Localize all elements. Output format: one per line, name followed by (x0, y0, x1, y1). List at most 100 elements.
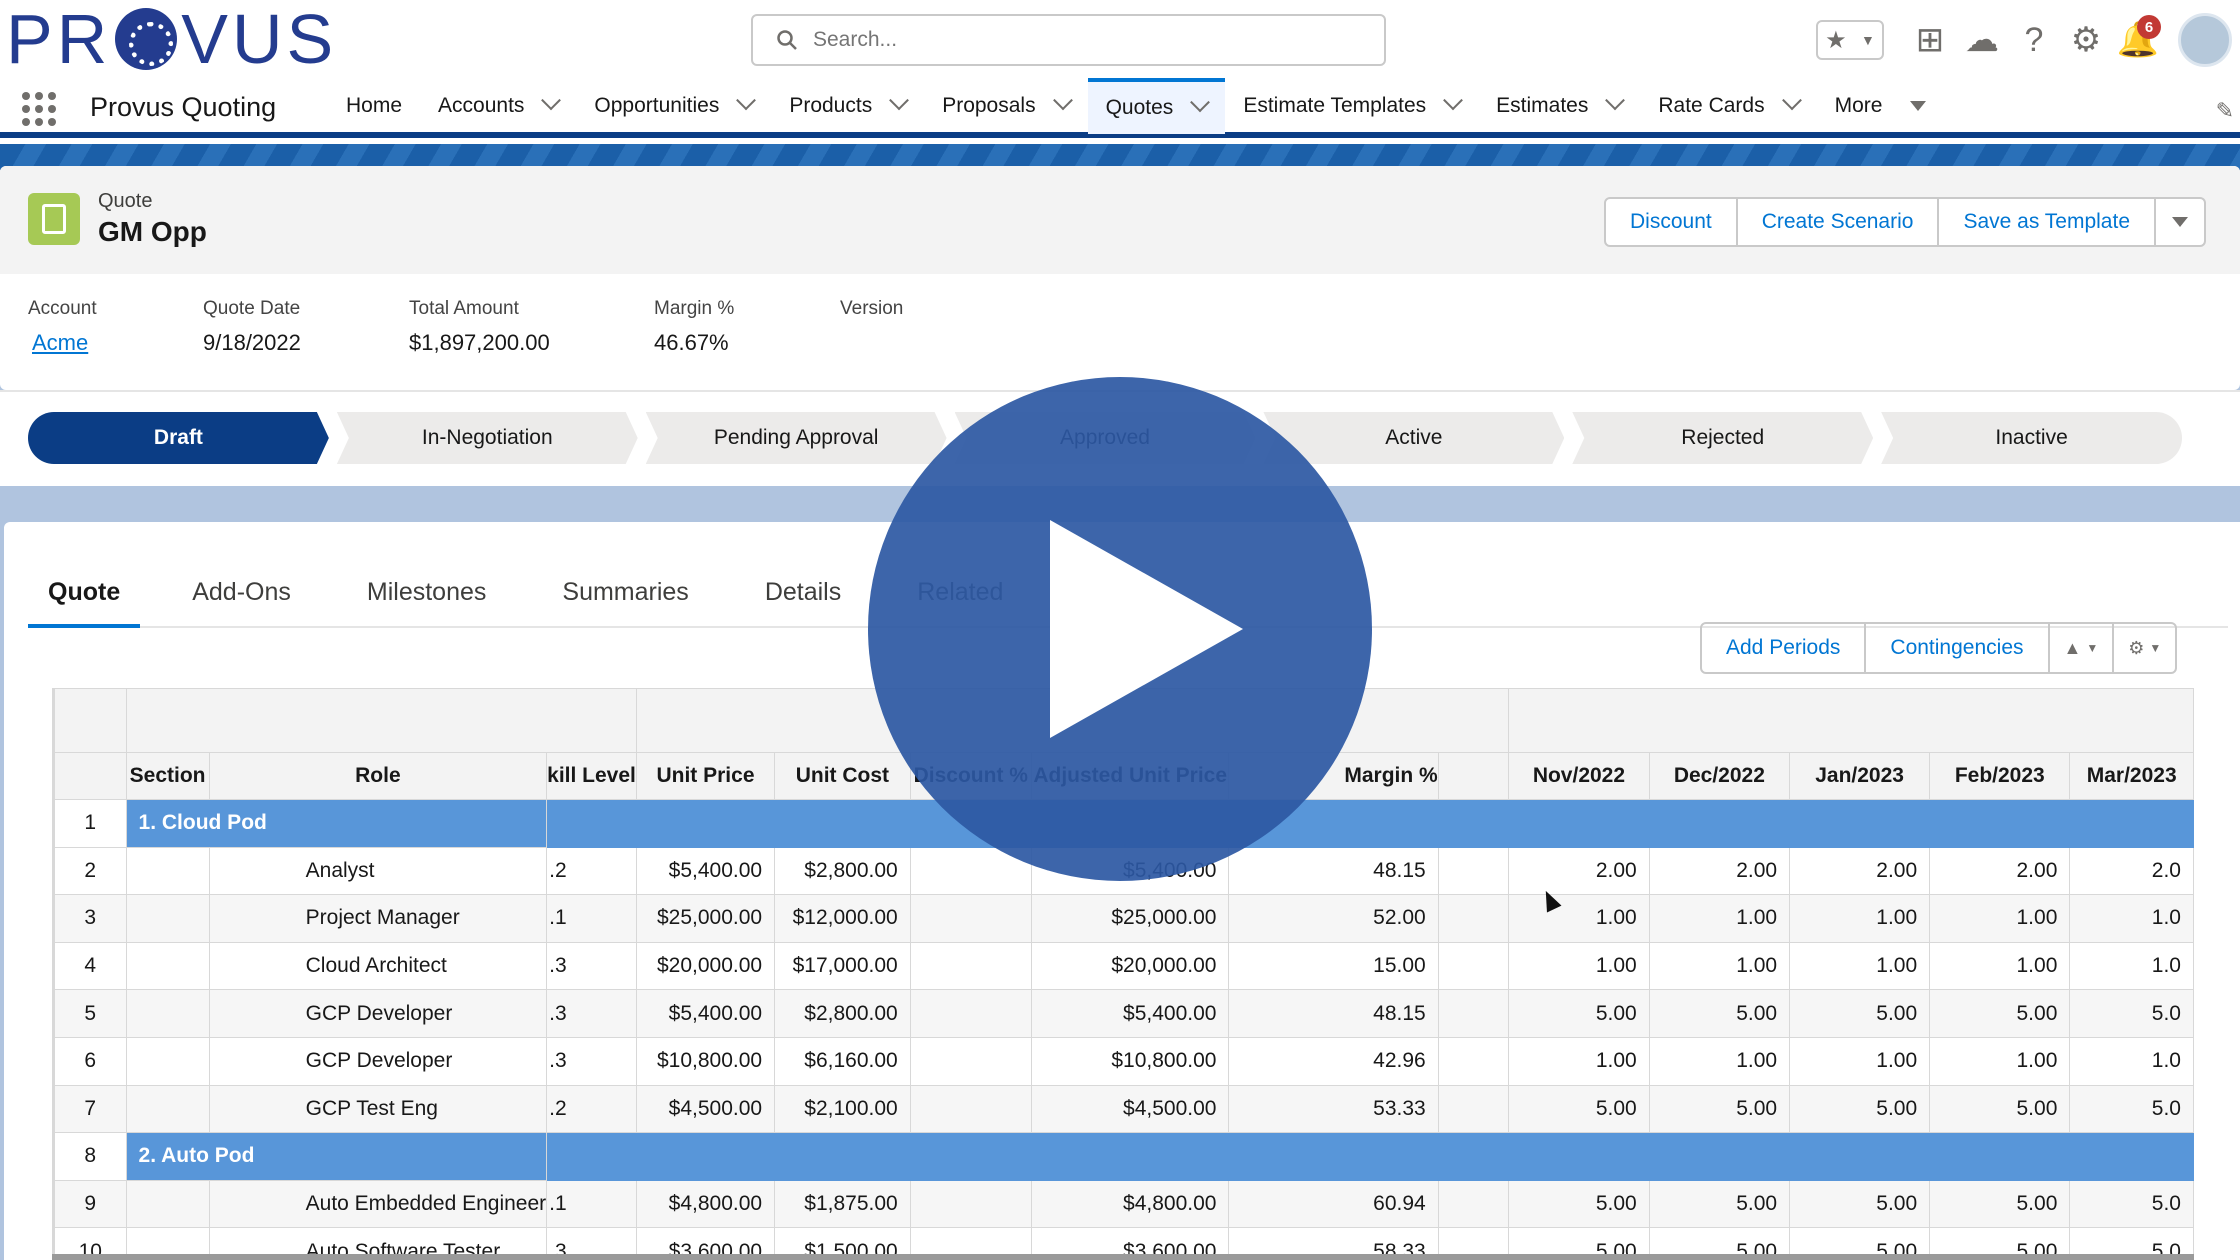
path-stage-rejected[interactable]: Rejected (1572, 412, 1873, 464)
nav-item-quotes[interactable]: Quotes (1087, 78, 1226, 134)
discount-button[interactable]: Discount (1606, 199, 1738, 245)
role-cell[interactable]: GCP Developer (208, 989, 548, 1038)
discount-cell[interactable] (909, 989, 1032, 1038)
unit-price-cell[interactable]: $5,400.00 (635, 989, 776, 1038)
column-header[interactable]: Section (125, 752, 210, 800)
notifications-bell-icon[interactable]: 🔔 6 (2117, 15, 2161, 59)
section-cell[interactable] (125, 1036, 210, 1086)
period-quantity-cell[interactable]: 1.00 (1929, 1036, 2071, 1086)
skill-level-cell[interactable]: .2 (546, 846, 637, 896)
app-launcher-icon[interactable] (22, 92, 56, 126)
nav-item-estimate-templates[interactable]: Estimate Templates (1225, 78, 1478, 134)
adjusted-unit-price-cell[interactable]: $20,000.00 (1030, 941, 1230, 991)
section-cell[interactable] (125, 894, 210, 943)
column-header[interactable]: Jan/2023 (1789, 752, 1931, 800)
period-quantity-cell[interactable]: 2.00 (1648, 846, 1791, 896)
column-header[interactable]: Unit Price (635, 752, 776, 800)
period-quantity-cell[interactable]: 5.00 (1929, 989, 2071, 1038)
adjusted-unit-price-cell[interactable]: $4,500.00 (1030, 1084, 1230, 1134)
adjusted-unit-price-cell[interactable]: $10,800.00 (1030, 1036, 1230, 1086)
column-header[interactable]: Mar/2023 (2069, 752, 2194, 800)
period-quantity-cell[interactable]: 1.00 (1789, 941, 1931, 991)
create-scenario-button[interactable]: Create Scenario (1738, 199, 1940, 245)
adjusted-unit-price-cell[interactable]: $4,800.00 (1030, 1179, 1230, 1229)
nav-item-estimates[interactable]: Estimates (1478, 78, 1640, 134)
tab-add-ons[interactable]: Add-Ons (168, 558, 315, 628)
period-quantity-cell[interactable]: 2.00 (1508, 846, 1650, 896)
save-as-template-button[interactable]: Save as Template (1939, 199, 2156, 245)
discount-cell[interactable] (909, 941, 1032, 991)
skill-level-cell[interactable]: .1 (546, 1179, 637, 1229)
unit-price-cell[interactable]: $4,500.00 (635, 1084, 776, 1134)
period-quantity-cell[interactable]: 5.00 (1508, 1179, 1650, 1229)
unit-price-cell[interactable]: $5,400.00 (635, 846, 776, 896)
period-quantity-cell[interactable]: 5.0 (2069, 1179, 2194, 1229)
add-periods-button[interactable]: Add Periods (1702, 624, 1867, 672)
adjusted-unit-price-cell[interactable]: $5,400.00 (1030, 989, 1230, 1038)
unit-cost-cell[interactable]: $1,875.00 (774, 1179, 911, 1229)
more-actions-button[interactable] (2156, 199, 2204, 245)
nav-item-products[interactable]: Products (771, 78, 924, 134)
skill-level-cell[interactable]: .3 (546, 941, 637, 991)
period-quantity-cell[interactable]: 5.00 (1789, 1179, 1931, 1229)
discount-cell[interactable] (909, 1084, 1032, 1134)
path-stage-active[interactable]: Active (1263, 412, 1564, 464)
role-cell[interactable]: Cloud Architect (208, 941, 548, 991)
period-quantity-cell[interactable]: 1.00 (1929, 941, 2071, 991)
tab-milestones[interactable]: Milestones (343, 558, 511, 628)
trailhead-icon[interactable]: ☁ (1965, 21, 1999, 59)
unit-price-cell[interactable]: $25,000.00 (635, 894, 776, 943)
search-input[interactable] (813, 28, 1373, 52)
unit-price-cell[interactable]: $20,000.00 (635, 941, 776, 991)
tab-details[interactable]: Details (741, 558, 865, 628)
period-quantity-cell[interactable]: 1.0 (2069, 894, 2194, 943)
provus-logo[interactable]: PR VUS (6, 4, 337, 74)
favorites-button[interactable]: ★ ▼ (1816, 20, 1884, 60)
role-cell[interactable]: GCP Developer (208, 1036, 548, 1086)
nav-item-proposals[interactable]: Proposals (924, 78, 1087, 134)
tab-summaries[interactable]: Summaries (538, 558, 712, 628)
column-header[interactable]: Nov/2022 (1508, 752, 1650, 800)
settings-menu-button[interactable]: ⚙ ▼ (2114, 624, 2175, 672)
adjusted-unit-price-cell[interactable]: $25,000.00 (1030, 894, 1230, 943)
period-quantity-cell[interactable]: 5.00 (1929, 1084, 2071, 1134)
video-play-button[interactable] (868, 377, 1372, 881)
contingencies-button[interactable]: Contingencies (1866, 624, 2050, 672)
chevron-down-icon[interactable] (1605, 90, 1626, 111)
column-header[interactable]: Unit Cost (774, 752, 911, 800)
period-quantity-cell[interactable]: 1.00 (1929, 894, 2071, 943)
period-quantity-cell[interactable]: 5.0 (2069, 1084, 2194, 1134)
unit-cost-cell[interactable]: $2,800.00 (774, 846, 911, 896)
column-header[interactable]: Dec/2022 (1648, 752, 1791, 800)
sort-menu-button[interactable]: ▲ ▼ (2050, 624, 2115, 672)
nav-item-more[interactable]: More (1817, 78, 1945, 134)
nav-item-opportunities[interactable]: Opportunities (576, 78, 771, 134)
discount-cell[interactable] (909, 1036, 1032, 1086)
nav-item-accounts[interactable]: Accounts (420, 78, 576, 134)
unit-cost-cell[interactable]: $2,100.00 (774, 1084, 911, 1134)
period-quantity-cell[interactable]: 1.00 (1789, 894, 1931, 943)
period-quantity-cell[interactable]: 5.00 (1789, 1084, 1931, 1134)
unit-cost-cell[interactable]: $6,160.00 (774, 1036, 911, 1086)
chevron-down-icon[interactable] (1052, 90, 1073, 111)
column-header[interactable] (1437, 752, 1510, 800)
period-quantity-cell[interactable]: 1.00 (1648, 894, 1791, 943)
period-quantity-cell[interactable]: 5.00 (1929, 1179, 2071, 1229)
period-quantity-cell[interactable]: 1.0 (2069, 1036, 2194, 1086)
section-cell[interactable] (125, 846, 210, 896)
period-quantity-cell[interactable]: 5.00 (1789, 989, 1931, 1038)
period-quantity-cell[interactable]: 5.00 (1648, 989, 1791, 1038)
discount-cell[interactable] (909, 894, 1032, 943)
skill-level-cell[interactable]: .3 (546, 1036, 637, 1086)
section-cell[interactable] (125, 1179, 210, 1229)
path-stage-inactive[interactable]: Inactive (1881, 412, 2183, 464)
path-stage-in-negotiation[interactable]: In-Negotiation (337, 412, 638, 464)
period-quantity-cell[interactable]: 2.00 (1929, 846, 2071, 896)
nav-item-rate-cards[interactable]: Rate Cards (1640, 78, 1816, 134)
period-quantity-cell[interactable]: 5.00 (1508, 1084, 1650, 1134)
role-cell[interactable]: Analyst (208, 846, 548, 896)
unit-price-cell[interactable]: $10,800.00 (635, 1036, 776, 1086)
unit-cost-cell[interactable]: $2,800.00 (774, 989, 911, 1038)
period-quantity-cell[interactable]: 1.0 (2069, 941, 2194, 991)
period-quantity-cell[interactable]: 1.00 (1508, 894, 1650, 943)
